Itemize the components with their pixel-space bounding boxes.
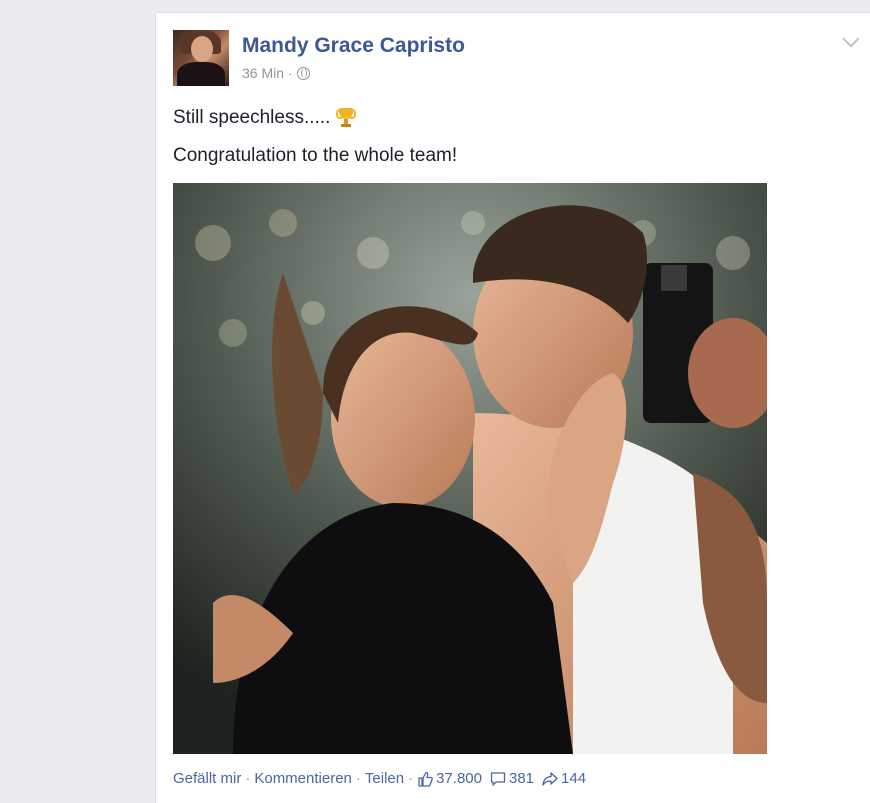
separator: ·: [408, 770, 414, 787]
separator: ·: [355, 770, 361, 787]
post-text-line-1: Still speechless.....: [173, 107, 357, 129]
trophy-icon: [336, 107, 357, 129]
separator: ·: [245, 770, 251, 787]
likes-count: 37.800: [436, 770, 482, 787]
photo-illustration: [173, 183, 767, 754]
comment-icon: [490, 771, 506, 786]
author-name[interactable]: Mandy Grace Capristo: [242, 34, 465, 58]
shares-count: 144: [561, 770, 587, 787]
post-card: Mandy Grace Capristo 36 Min · Still spee…: [155, 12, 870, 803]
author-avatar[interactable]: [173, 30, 229, 86]
thumbs-up-icon: [418, 771, 433, 787]
globe-icon: [296, 66, 310, 80]
post-text-line-2: Congratulation to the whole team!: [173, 145, 458, 166]
post-text-line-1-content: Still speechless.....: [173, 107, 331, 128]
share-icon: [542, 771, 558, 786]
chevron-down-icon[interactable]: [842, 30, 860, 48]
share-link[interactable]: Teilen: [365, 770, 404, 787]
comment-link[interactable]: Kommentieren: [254, 770, 352, 787]
like-link[interactable]: Gefällt mir: [173, 770, 241, 787]
comments-count: 381: [508, 770, 535, 787]
likes-stat[interactable]: 37.800: [417, 770, 482, 787]
page: Mandy Grace Capristo 36 Min · Still spee…: [0, 0, 870, 803]
post-timestamp[interactable]: 36 Min: [242, 65, 284, 81]
comments-stat[interactable]: 381: [490, 770, 534, 787]
post-meta: 36 Min ·: [242, 65, 310, 81]
shares-stat[interactable]: 144: [542, 770, 586, 787]
meta-separator: ·: [288, 65, 293, 81]
post-photo[interactable]: [173, 183, 767, 754]
post-actions-bar: Gefällt mir · Kommentieren · Teilen · 37…: [173, 770, 594, 787]
